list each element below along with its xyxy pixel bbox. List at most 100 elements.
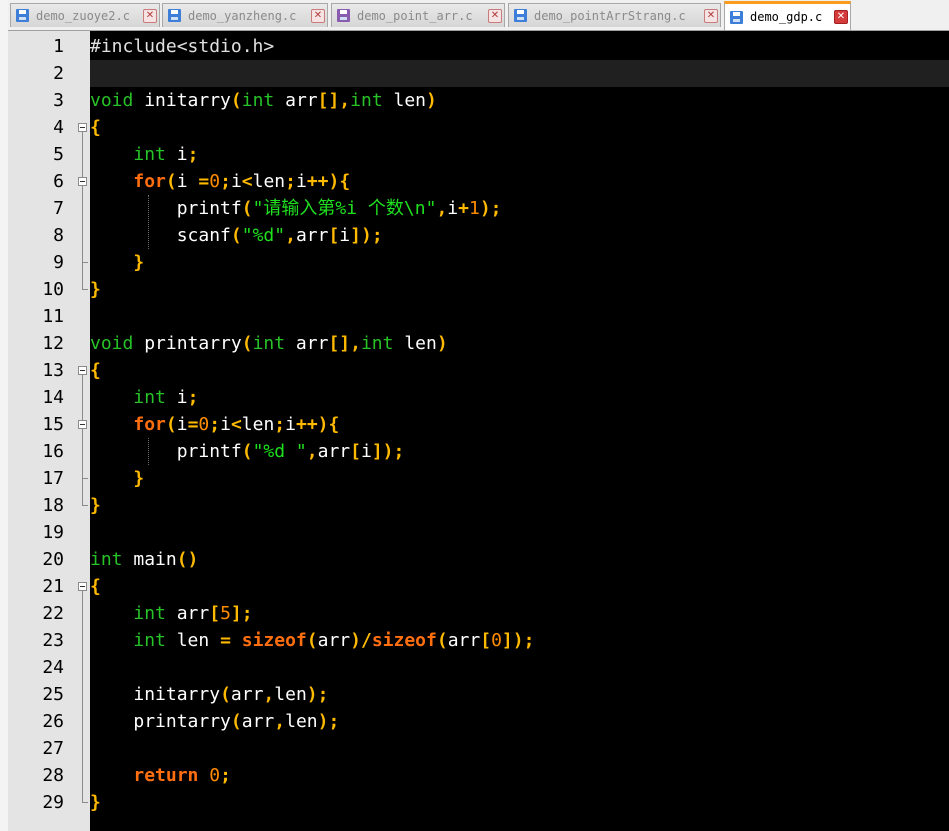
code-line[interactable]: #include<stdio.h>	[90, 33, 949, 60]
line-number: 25	[42, 684, 64, 705]
fold-toggle-icon[interactable]	[78, 420, 87, 429]
code-line[interactable]: for(i =0;i<len;i++){	[90, 168, 949, 195]
code-token: );	[479, 198, 502, 219]
code-line[interactable]: int i;	[90, 384, 949, 411]
code-token: {	[90, 576, 101, 597]
code-token: );	[306, 684, 329, 705]
tab-demo-zuoye2[interactable]: demo_zuoye2.c ✕	[10, 3, 160, 27]
code-token: {	[90, 117, 101, 138]
file-saved-icon	[16, 9, 29, 22]
code-token: 1	[468, 198, 480, 219]
code-line[interactable]: {	[90, 573, 949, 600]
code-token: (	[220, 684, 231, 705]
code-line[interactable]: return 0;	[90, 762, 949, 789]
code-token: "%d"	[241, 225, 286, 246]
code-token: i	[230, 171, 242, 192]
code-token: #include<stdio.h>	[90, 36, 275, 57]
fold-toggle-icon[interactable]	[78, 582, 87, 591]
code-token: ]);	[350, 225, 383, 246]
code-line[interactable]: void printarry(int arr[],int len)	[90, 330, 949, 357]
code-token: (	[230, 711, 242, 732]
file-modified-icon	[337, 9, 350, 22]
code-line[interactable]: printf("请输入第%i 个数\n",i+1);	[90, 195, 949, 222]
tab-demo-pointArrStrang[interactable]: demo_pointArrStrang.c ✕	[508, 3, 721, 27]
code-line[interactable]: int main()	[90, 546, 949, 573]
code-token: int	[133, 144, 166, 165]
code-token: int	[350, 90, 383, 111]
code-token: (	[165, 171, 177, 192]
code-line[interactable]: }	[90, 492, 949, 519]
fold-margin	[76, 31, 90, 831]
file-saved-icon	[514, 9, 527, 22]
code-line[interactable]: int arr[5];	[90, 600, 949, 627]
code-token: int	[252, 333, 286, 354]
code-line[interactable]	[90, 519, 949, 546]
code-token: (	[436, 630, 448, 651]
code-token: i	[176, 171, 199, 192]
code-token: arr	[165, 603, 210, 624]
close-tab-icon[interactable]: ✕	[834, 10, 848, 24]
code-line[interactable]: {	[90, 114, 949, 141]
code-token: void	[90, 333, 134, 354]
code-token: "%d "	[252, 441, 307, 462]
close-tab-icon[interactable]: ✕	[488, 8, 502, 23]
fold-toggle-icon[interactable]	[78, 177, 87, 186]
code-token: (	[241, 198, 253, 219]
code-line[interactable]	[90, 735, 949, 762]
code-line[interactable]: scanf("%d",arr[i]);	[90, 222, 949, 249]
code-token: (	[306, 630, 318, 651]
line-number: 22	[42, 603, 64, 624]
code-token: }	[133, 468, 145, 489]
code-line[interactable]: int i;	[90, 141, 949, 168]
code-token: arr	[317, 441, 351, 462]
code-line[interactable]: printf("%d ",arr[i]);	[90, 438, 949, 465]
code-token: for	[133, 414, 166, 435]
code-line[interactable]: {	[90, 357, 949, 384]
code-token: )	[436, 333, 448, 354]
tab-demo-gdp[interactable]: demo_gdp.c ✕	[724, 1, 851, 30]
code-token: int	[90, 549, 123, 570]
code-line[interactable]: }	[90, 276, 949, 303]
fold-toggle-icon[interactable]	[78, 123, 87, 132]
code-line[interactable]: }	[90, 789, 949, 816]
code-line[interactable]: }	[90, 465, 949, 492]
code-token: i	[360, 441, 372, 462]
code-line[interactable]: int len = sizeof(arr)/sizeof(arr[0]);	[90, 627, 949, 654]
close-tab-icon[interactable]: ✕	[143, 8, 157, 23]
line-number: 29	[42, 792, 64, 813]
line-number: 19	[42, 522, 64, 543]
tab-demo-yanzheng[interactable]: demo_yanzheng.c ✕	[162, 3, 328, 27]
code-line[interactable]	[90, 60, 949, 87]
code-token: scanf	[176, 225, 231, 246]
code-line[interactable]: initarry(arr,len);	[90, 681, 949, 708]
close-tab-icon[interactable]: ✕	[311, 8, 325, 23]
code-line[interactable]	[90, 654, 949, 681]
code-token: "请输入第%i 个数\n"	[252, 198, 437, 219]
code-token: [	[350, 441, 361, 462]
code-line[interactable]: void initarry(int arr[],int len)	[90, 87, 949, 114]
line-number: 13	[42, 360, 64, 381]
code-token: printarry	[133, 333, 242, 354]
code-line[interactable]: printarry(arr,len);	[90, 708, 949, 735]
tab-demo-point-arr[interactable]: demo_point_arr.c ✕	[331, 3, 505, 27]
code-line[interactable]: for(i=0;i<len;i++){	[90, 411, 949, 438]
close-tab-icon[interactable]: ✕	[704, 8, 718, 23]
fold-toggle-icon[interactable]	[78, 366, 87, 375]
fold-end-mark	[82, 289, 88, 290]
fold-end-mark	[82, 505, 88, 506]
file-saved-icon	[168, 9, 181, 22]
code-token: )	[426, 90, 437, 111]
code-line[interactable]: }	[90, 249, 949, 276]
code-editor[interactable]: #include<stdio.h> void initarry(int arr[]…	[90, 31, 949, 831]
code-token: arr	[241, 711, 275, 732]
code-token: len	[241, 414, 275, 435]
code-token: ;	[285, 171, 296, 192]
code-token: int	[133, 387, 166, 408]
code-token: arr	[447, 630, 481, 651]
code-line[interactable]	[90, 303, 949, 330]
